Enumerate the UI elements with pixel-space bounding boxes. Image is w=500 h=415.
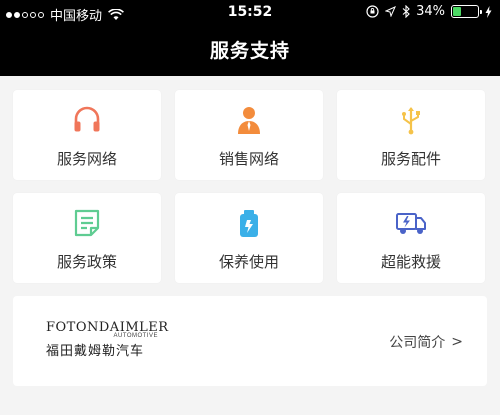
- top-bar: 中国移动 15:52 34% 服务支持: [0, 0, 500, 76]
- sales-network-card[interactable]: 销售网络: [175, 90, 323, 180]
- document-icon: [74, 209, 100, 237]
- rescue-truck-icon: [396, 213, 426, 234]
- sales-network-label: 销售网络: [218, 150, 279, 168]
- battery-level: [453, 7, 462, 16]
- headphones-icon: [74, 106, 100, 132]
- chevron-right-icon: >: [451, 334, 463, 350]
- fuel-can-icon: [240, 210, 258, 237]
- service-parts-label: 服务配件: [380, 150, 441, 168]
- company-intro-label: 公司简介: [389, 335, 446, 351]
- rescue-card[interactable]: 超能救援: [337, 193, 485, 283]
- usb-icon: [402, 107, 420, 135]
- charging-icon: [485, 5, 492, 18]
- status-bar: 中国移动 15:52 34%: [0, 0, 500, 28]
- service-parts-card[interactable]: 服务配件: [337, 90, 485, 180]
- company-intro-link[interactable]: 公司简介 >: [389, 332, 463, 352]
- battery-icon: [451, 5, 482, 18]
- status-right: 34%: [366, 4, 492, 19]
- rescue-label: 超能救援: [380, 253, 441, 271]
- maintenance-label: 保养使用: [218, 253, 279, 271]
- salesperson-icon: [238, 107, 260, 134]
- service-policy-card[interactable]: 服务政策: [13, 193, 161, 283]
- foton-daimler-logo: FOTONDAIMLER AUTOMOTIVE 福田戴姆勒汽车: [46, 320, 168, 360]
- bluetooth-icon: [402, 5, 410, 18]
- service-policy-label: 服务政策: [56, 253, 117, 271]
- maintenance-card[interactable]: 保养使用: [175, 193, 323, 283]
- service-network-card[interactable]: 服务网络: [13, 90, 161, 180]
- company-intro-row[interactable]: FOTONDAIMLER AUTOMOTIVE 福田戴姆勒汽车 公司简介 >: [13, 296, 487, 386]
- service-network-label: 服务网络: [56, 150, 117, 168]
- page-title: 服务支持: [209, 40, 290, 62]
- location-icon: [385, 6, 397, 17]
- lock-rotation-icon: [366, 5, 379, 18]
- logo-chinese-text: 福田戴姆勒汽车: [46, 344, 145, 359]
- battery-percent: 34%: [416, 4, 445, 19]
